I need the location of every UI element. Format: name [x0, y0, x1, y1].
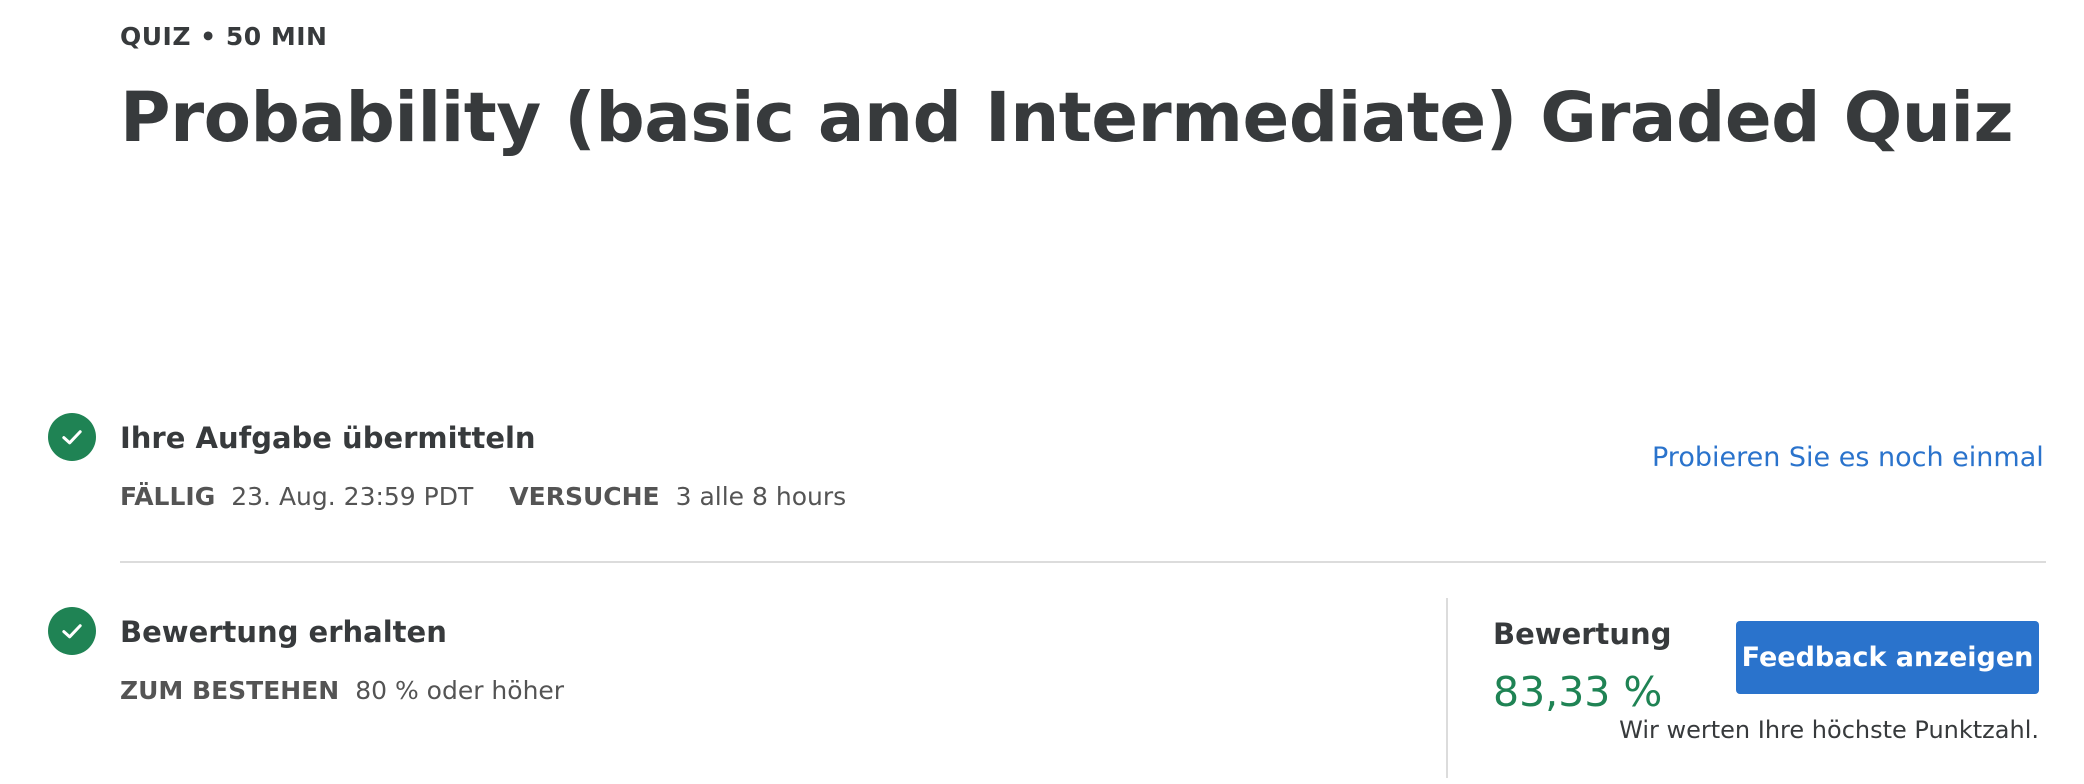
quiz-eyebrow: QUIZ • 50 MIN — [120, 22, 328, 51]
quiz-page: QUIZ • 50 MIN Probability (basic and Int… — [0, 0, 2084, 784]
attempts-label: VERSUCHE — [509, 482, 660, 511]
submit-step-meta: FÄLLIG 23. Aug. 23:59 PDT VERSUCHE 3 all… — [120, 482, 882, 511]
page-title: Probability (basic and Intermediate) Gra… — [120, 78, 2014, 158]
grade-panel-divider — [1446, 598, 1448, 778]
grade-step-title: Bewertung erhalten — [120, 615, 447, 649]
due-value: 23. Aug. 23:59 PDT — [231, 482, 474, 511]
pass-label: ZUM BESTEHEN — [120, 676, 340, 705]
check-circle-icon — [48, 413, 96, 461]
attempts-value: 3 alle 8 hours — [675, 482, 847, 511]
grade-step-meta: ZUM BESTEHEN 80 % oder höher — [120, 676, 600, 705]
grade-label: Bewertung — [1493, 617, 1672, 651]
section-divider — [120, 561, 2046, 563]
pass-value: 80 % oder höher — [355, 676, 565, 705]
grade-value: 83,33 % — [1493, 668, 1663, 716]
retry-link[interactable]: Probieren Sie es noch einmal — [1652, 442, 2044, 473]
due-label: FÄLLIG — [120, 482, 216, 511]
grade-note: Wir werten Ihre höchste Punktzahl. — [1619, 716, 2039, 744]
check-circle-icon — [48, 607, 96, 655]
view-feedback-button[interactable]: Feedback anzeigen — [1736, 621, 2039, 694]
submit-step-title: Ihre Aufgabe übermitteln — [120, 421, 536, 455]
